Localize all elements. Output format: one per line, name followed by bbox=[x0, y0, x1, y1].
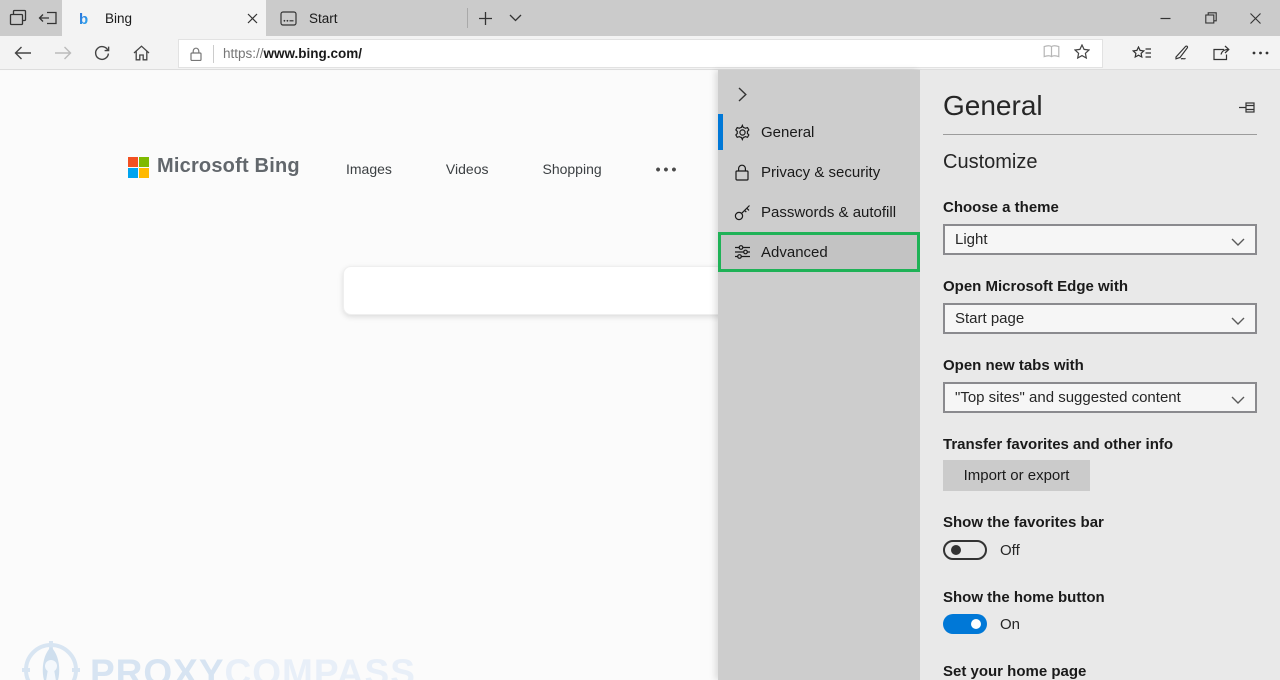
settings-panel-general: General Customize Choose a theme Light O… bbox=[920, 70, 1280, 680]
start-tab-icon bbox=[274, 4, 302, 32]
panel-title: General bbox=[943, 90, 1043, 121]
new-tabs-select[interactable]: "Top sites" and suggested content bbox=[943, 382, 1257, 413]
new-tabs-label: Open new tabs with bbox=[943, 357, 1084, 374]
sidebar-item-label: Advanced bbox=[761, 243, 828, 261]
toggle-knob bbox=[971, 619, 981, 629]
bing-nav-images[interactable]: Images bbox=[340, 159, 398, 179]
url-text[interactable]: https://www.bing.com/ bbox=[223, 46, 1043, 61]
new-tab-button[interactable] bbox=[473, 7, 497, 29]
sidebar-item-passwords-autofill[interactable]: Passwords & autofill bbox=[718, 192, 920, 232]
ms-square-green bbox=[139, 157, 149, 167]
pin-panel-icon[interactable] bbox=[1234, 96, 1260, 118]
tab-bing[interactable]: b Bing bbox=[62, 0, 266, 36]
sidebar-item-privacy-security[interactable]: Privacy & security bbox=[718, 152, 920, 192]
favorites-bar-toggle[interactable] bbox=[943, 540, 987, 560]
home-icon[interactable] bbox=[126, 39, 156, 67]
sidebar-item-general[interactable]: General bbox=[718, 112, 920, 152]
share-icon[interactable] bbox=[1206, 39, 1236, 67]
tab-separator bbox=[467, 8, 468, 28]
forward-icon[interactable] bbox=[48, 39, 78, 67]
toggle-knob bbox=[951, 545, 961, 555]
bing-logo-text[interactable]: Microsoft Bing bbox=[157, 155, 300, 178]
section-heading: Customize bbox=[943, 151, 1038, 173]
back-icon[interactable] bbox=[8, 39, 38, 67]
ms-square-red bbox=[128, 157, 138, 167]
sidebar-item-label: General bbox=[761, 123, 815, 141]
settings-menu: General Privacy & security Passwords & a… bbox=[718, 70, 920, 680]
sidebar-item-advanced[interactable]: Advanced bbox=[718, 232, 920, 272]
favorites-bar-state: Off bbox=[1000, 542, 1020, 559]
favorites-bar-label: Show the favorites bar bbox=[943, 514, 1104, 531]
divider bbox=[943, 134, 1257, 135]
favorite-star-icon[interactable] bbox=[1073, 43, 1091, 64]
restore-button[interactable] bbox=[1188, 0, 1233, 36]
home-button-toggle[interactable] bbox=[943, 614, 987, 634]
set-tabs-aside-icon[interactable] bbox=[36, 7, 60, 29]
reading-view-icon[interactable] bbox=[1043, 44, 1060, 63]
transfer-favorites-label: Transfer favorites and other info bbox=[943, 436, 1174, 453]
bing-nav-videos[interactable]: Videos bbox=[440, 159, 495, 179]
choose-theme-label: Choose a theme bbox=[943, 199, 1059, 216]
address-divider bbox=[213, 44, 214, 63]
theme-select-value: Light bbox=[955, 231, 988, 248]
bing-favicon: b bbox=[70, 4, 98, 32]
svg-text:b: b bbox=[79, 11, 88, 26]
chevron-down-icon bbox=[1231, 233, 1245, 250]
tab-title: Start bbox=[309, 10, 338, 26]
open-edge-label: Open Microsoft Edge with bbox=[943, 278, 1129, 295]
web-note-pen-icon[interactable] bbox=[1166, 39, 1196, 67]
more-options-icon[interactable] bbox=[1245, 39, 1275, 67]
home-button-state: On bbox=[1000, 616, 1021, 633]
expand-menu-icon[interactable] bbox=[730, 82, 754, 106]
sidebar-item-label: Privacy & security bbox=[761, 163, 881, 181]
home-page-label: Set your home page bbox=[943, 663, 1087, 680]
tab-list-dropdown-icon[interactable] bbox=[503, 7, 527, 29]
import-export-button[interactable]: Import or export bbox=[943, 460, 1090, 491]
chevron-down-icon bbox=[1231, 391, 1245, 408]
open-edge-select-value: Start page bbox=[955, 310, 1025, 327]
tab-start[interactable]: Start bbox=[266, 0, 466, 36]
title-bar: b Bing Start bbox=[0, 0, 1280, 36]
refresh-icon[interactable] bbox=[87, 39, 117, 67]
address-bar[interactable]: https://www.bing.com/ bbox=[178, 39, 1103, 68]
bing-search-input[interactable] bbox=[343, 266, 783, 315]
favorites-hub-icon[interactable] bbox=[1127, 39, 1157, 67]
lock-icon bbox=[733, 163, 751, 181]
sidebar-item-label: Passwords & autofill bbox=[761, 203, 897, 221]
sliders-icon bbox=[733, 243, 751, 261]
bing-nav: Images Videos Shopping ••• bbox=[340, 159, 685, 179]
ms-square-yellow bbox=[139, 168, 149, 178]
microsoft-logo[interactable] bbox=[128, 157, 149, 178]
key-icon bbox=[733, 203, 751, 221]
watermark-compass: COMPASS bbox=[224, 652, 416, 680]
lock-icon[interactable] bbox=[179, 47, 213, 61]
chevron-down-icon bbox=[1231, 312, 1245, 329]
ms-square-blue bbox=[128, 168, 138, 178]
bing-nav-shopping[interactable]: Shopping bbox=[536, 159, 607, 179]
home-button-label: Show the home button bbox=[943, 589, 1105, 606]
minimize-button[interactable] bbox=[1143, 0, 1188, 36]
selection-indicator bbox=[718, 114, 723, 150]
theme-select[interactable]: Light bbox=[943, 224, 1257, 255]
close-window-button[interactable] bbox=[1233, 0, 1278, 36]
proxycompass-watermark: PROXYCOMPASS bbox=[20, 639, 416, 680]
tab-title: Bing bbox=[105, 10, 133, 26]
navigation-bar: https://www.bing.com/ bbox=[0, 36, 1280, 70]
tab-preview-icon[interactable] bbox=[6, 7, 30, 29]
new-tabs-select-value: "Top sites" and suggested content bbox=[955, 389, 1181, 406]
watermark-proxy: PROXY bbox=[90, 652, 225, 680]
open-edge-select[interactable]: Start page bbox=[943, 303, 1257, 334]
gear-icon bbox=[733, 123, 751, 141]
compass-logo-icon bbox=[22, 641, 80, 680]
bing-nav-more[interactable]: ••• bbox=[650, 159, 686, 179]
tab-close-icon[interactable] bbox=[238, 4, 266, 32]
